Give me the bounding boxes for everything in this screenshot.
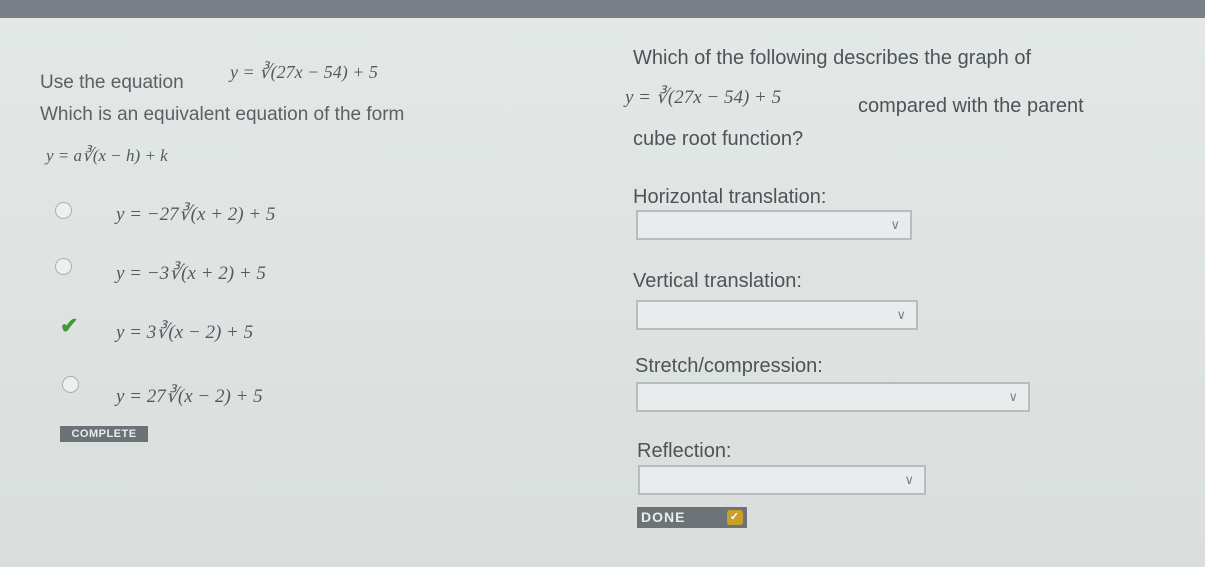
checkmark-icon: ✓: [727, 510, 743, 525]
stretch-compression-label: Stretch/compression:: [635, 355, 823, 377]
chevron-down-icon: ∨: [896, 307, 906, 322]
stretch-compression-dropdown[interactable]: ∨: [636, 382, 1030, 412]
general-form: y = a∛(x − h) + k: [46, 146, 168, 165]
option-3-label[interactable]: y = 3∛(x − 2) + 5: [116, 321, 253, 344]
chevron-down-icon: ∨: [1008, 389, 1018, 404]
question-equation: y = ∛(27x − 54) + 5: [625, 87, 782, 108]
vertical-translation-label: Vertical translation:: [633, 270, 802, 292]
horizontal-translation-dropdown[interactable]: ∨: [636, 210, 912, 240]
prompt-line-1: Use the equation: [40, 72, 184, 93]
complete-badge: COMPLETE: [60, 426, 148, 442]
checkmark-icon: ✔: [60, 313, 79, 338]
prompt-line-2: Which is an equivalent equation of the f…: [40, 104, 405, 125]
given-equation: y = ∛(27x − 54) + 5: [230, 62, 378, 82]
horizontal-translation-label: Horizontal translation:: [633, 186, 827, 208]
chevron-down-icon: ∨: [904, 472, 914, 487]
option-2-radio[interactable]: [55, 258, 72, 275]
option-2-label[interactable]: y = −3∛(x + 2) + 5: [116, 262, 266, 285]
chevron-down-icon: ∨: [890, 217, 900, 232]
done-button[interactable]: DONE ✓: [637, 507, 747, 528]
reflection-label: Reflection:: [637, 440, 732, 462]
option-4-label[interactable]: y = 27∛(x − 2) + 5: [116, 385, 263, 408]
question-line-3: cube root function?: [633, 128, 804, 150]
question-line-1: Which of the following describes the gra…: [633, 47, 1031, 69]
vertical-translation-dropdown[interactable]: ∨: [636, 300, 918, 330]
top-bar: [0, 0, 1205, 20]
reflection-dropdown[interactable]: ∨: [638, 465, 926, 495]
option-1-radio[interactable]: [55, 202, 72, 219]
option-1-label[interactable]: y = −27∛(x + 2) + 5: [116, 203, 275, 226]
option-4-radio[interactable]: [62, 376, 79, 393]
question-line-2: compared with the parent: [858, 95, 1084, 117]
done-button-label: DONE: [641, 509, 686, 525]
